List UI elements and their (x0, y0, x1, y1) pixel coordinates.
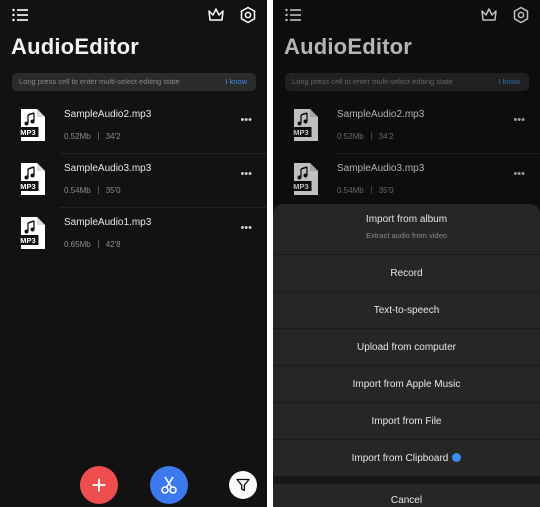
file-name: SampleAudio2.mp3 (64, 109, 152, 120)
file-badge: MP3 (20, 236, 35, 245)
file-meta: 0.65Mb 42'8 (64, 240, 121, 249)
file-duration: 35'0 (105, 186, 121, 195)
file-name: SampleAudio3.mp3 (64, 163, 152, 174)
option-label: Import from File (371, 416, 442, 427)
mp3-file-icon: MP3 (17, 163, 45, 195)
meta-divider (97, 186, 99, 194)
import-from-file-option[interactable]: Import from File (273, 403, 540, 440)
file-size: 0.54Mb (64, 186, 91, 195)
file-duration: 42'8 (105, 240, 121, 249)
sheet-separator (273, 476, 540, 484)
cut-button[interactable] (150, 466, 188, 504)
file-meta: 0.52Mb 34'2 (64, 132, 121, 141)
add-audio-button[interactable]: + (80, 466, 118, 504)
hint-text: Long press cell to enter multi-select ed… (19, 77, 180, 86)
clipboard-badge-icon (452, 453, 462, 462)
list-item[interactable]: MP3 SampleAudio1.mp3 0.65Mb 42'8 ••• (0, 208, 267, 262)
filter-button[interactable] (229, 471, 257, 499)
file-size: 0.52Mb (64, 132, 91, 141)
page-title: AudioEditor (11, 34, 140, 59)
mp3-file-icon: MP3 (17, 109, 45, 141)
import-action-sheet: Import from album Extract audio from vid… (273, 204, 540, 507)
file-list-screen: AudioEditor Long press cell to enter mul… (0, 0, 267, 507)
meta-divider (97, 132, 99, 140)
more-dots-icon[interactable]: ••• (240, 168, 252, 180)
record-option[interactable]: Record (273, 255, 540, 292)
file-meta: 0.54Mb 35'0 (64, 186, 121, 195)
hint-dismiss-button[interactable]: I know (225, 73, 247, 91)
list-item[interactable]: MP3 SampleAudio3.mp3 0.54Mb 35'0 ••• (0, 154, 267, 208)
file-badge: MP3 (20, 182, 35, 191)
hint-banner: Long press cell to enter multi-select ed… (12, 73, 256, 91)
file-size: 0.65Mb (64, 240, 91, 249)
option-label: Import from Apple Music (352, 379, 461, 390)
more-dots-icon[interactable]: ••• (240, 114, 252, 126)
option-label: Import from album (365, 214, 448, 225)
upload-from-computer-option[interactable]: Upload from computer (273, 329, 540, 366)
import-sheet-screen: AudioEditor Long press cell to enter mul… (273, 0, 540, 507)
option-label: Import from Clipboard (351, 453, 449, 464)
gear-icon[interactable] (239, 6, 257, 24)
option-label: Text-to-speech (373, 305, 440, 316)
file-name: SampleAudio1.mp3 (64, 217, 152, 228)
more-dots-icon[interactable]: ••• (240, 222, 252, 234)
import-from-album-option[interactable]: Import from album Extract audio from vid… (273, 204, 540, 255)
funnel-icon (236, 478, 250, 492)
scissors-icon (161, 476, 177, 494)
list-item[interactable]: MP3 SampleAudio2.mp3 0.52Mb 34'2 ••• (0, 100, 267, 154)
top-bar (0, 6, 267, 26)
file-duration: 34'2 (105, 132, 121, 141)
mp3-file-icon: MP3 (17, 217, 45, 249)
option-label: Upload from computer (357, 342, 456, 353)
file-badge: MP3 (20, 128, 35, 137)
meta-divider (97, 240, 99, 248)
import-from-clipboard-option[interactable]: Import from Clipboard (273, 440, 540, 477)
cancel-button[interactable]: Cancel (273, 484, 540, 507)
import-from-apple-music-option[interactable]: Import from Apple Music (273, 366, 540, 403)
crown-icon[interactable] (207, 7, 225, 23)
option-sublabel: Extract audio from video (366, 231, 447, 240)
menu-list-icon[interactable] (12, 8, 28, 22)
plus-icon: + (91, 470, 107, 500)
text-to-speech-option[interactable]: Text-to-speech (273, 292, 540, 329)
option-label: Record (390, 268, 423, 279)
